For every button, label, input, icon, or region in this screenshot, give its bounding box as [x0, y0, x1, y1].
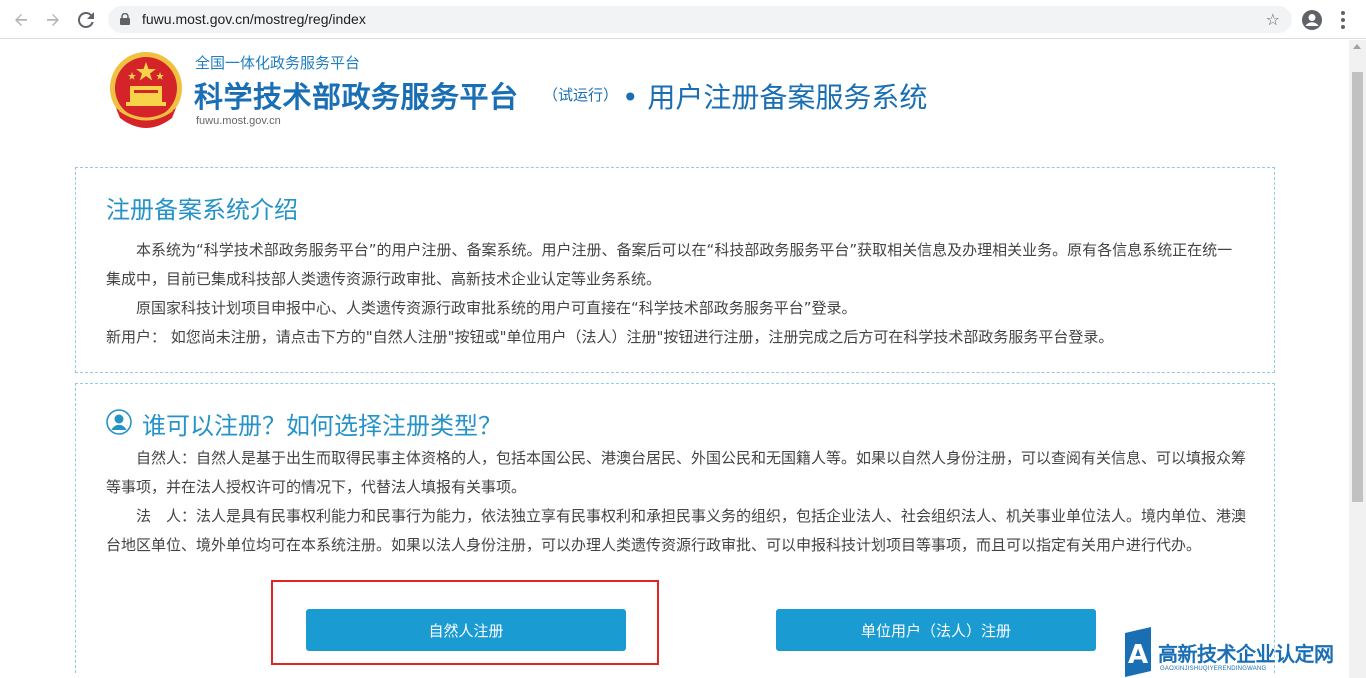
reload-button[interactable] — [75, 9, 97, 31]
account-icon[interactable] — [1302, 10, 1322, 30]
system-name: • 用户注册备案服务系统 — [622, 81, 928, 114]
reload-icon — [78, 12, 94, 28]
intro-paragraph: 本系统为“科学技术部政务服务平台”的用户注册、备案系统。用户注册、备案后可以在“… — [106, 241, 1233, 288]
platform-title: 科学技术部政务服务平台 — [194, 80, 519, 114]
trial-label: （试运行） — [543, 86, 619, 104]
forward-button[interactable] — [42, 9, 64, 31]
intro-title: 注册备案系统介绍 — [106, 196, 298, 224]
user-icon — [106, 409, 132, 435]
watermark-subtitle: GAOXINJISHUQIYERENDINGWANG — [1160, 666, 1267, 672]
site-domain: fuwu.most.gov.cn — [196, 115, 281, 127]
scroll-thumb[interactable] — [1352, 72, 1363, 502]
scroll-up-arrow-icon[interactable] — [1353, 44, 1361, 49]
lock-icon — [120, 13, 130, 25]
watermark-title: 高新技术企业认定网 — [1158, 642, 1334, 666]
new-user-note: 新用户： 如您尚未注册，请点击下方的"自然人注册"按钮或"单位用户（法人）注册"… — [106, 328, 1114, 346]
national-emblem-logo — [110, 52, 182, 128]
natural-person-register-button[interactable]: 自然人注册 — [306, 609, 626, 651]
watermark-logo: A — [1125, 627, 1151, 677]
browser-toolbar: fuwu.most.gov.cn/mostreg/reg/index ☆ — [0, 0, 1366, 39]
browser-menu-icon[interactable] — [1336, 9, 1350, 31]
bookmark-star-icon[interactable]: ☆ — [1266, 10, 1280, 29]
legal-person-description: 法 人：法人是具有民事权利能力和民事行为能力，依法独立享有民事权利和承担民事义务… — [106, 507, 1247, 554]
registration-type-title: 谁可以注册？如何选择注册类型？ — [142, 412, 502, 440]
address-bar[interactable]: fuwu.most.gov.cn/mostreg/reg/index ☆ — [108, 6, 1292, 33]
arrow-right-icon — [47, 14, 59, 26]
back-button[interactable] — [10, 9, 32, 31]
svg-text:A: A — [1128, 640, 1148, 670]
intro-panel: 注册备案系统介绍 本系统为“科学技术部政务服务平台”的用户注册、备案系统。用户注… — [75, 167, 1275, 373]
legal-person-register-button[interactable]: 单位用户（法人）注册 — [776, 609, 1096, 651]
intro-paragraph: 原国家科技计划项目申报中心、人类遗传资源行政审批系统的用户可直接在“科学技术部政… — [106, 299, 857, 317]
url-text: fuwu.most.gov.cn/mostreg/reg/index — [142, 11, 366, 27]
page-scrollbar[interactable] — [1349, 40, 1366, 678]
natural-person-description: 自然人：自然人是基于出生而取得民事主体资格的人，包括本国公民、港澳台居民、外国公… — [106, 449, 1247, 496]
arrow-left-icon — [15, 14, 27, 26]
platform-subtitle: 全国一体化政务服务平台 — [195, 54, 361, 72]
